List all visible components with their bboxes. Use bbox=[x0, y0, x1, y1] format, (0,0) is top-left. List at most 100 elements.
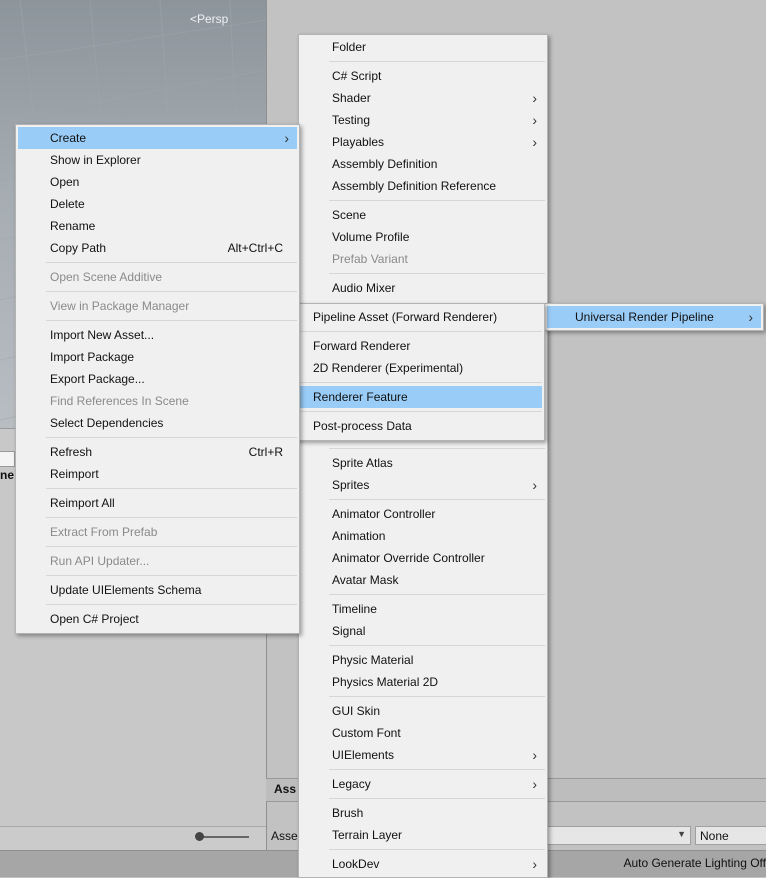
menu-separator bbox=[281, 411, 542, 412]
menu-item-scene[interactable]: Scene bbox=[301, 204, 545, 226]
menu-item-gui-skin[interactable]: GUI Skin bbox=[301, 700, 545, 722]
menu-item-2d-renderer[interactable]: 2D Renderer (Experimental) bbox=[281, 357, 542, 379]
menu-item-renderer-feature[interactable]: Renderer Feature bbox=[281, 386, 542, 408]
menu-separator bbox=[46, 575, 297, 576]
menu-separator bbox=[329, 696, 545, 697]
chevron-right-icon: › bbox=[532, 134, 537, 150]
menu-separator bbox=[46, 488, 297, 489]
menu-item-show-in-explorer[interactable]: Show in Explorer bbox=[18, 149, 297, 171]
menu-separator bbox=[329, 200, 545, 201]
menu-separator bbox=[46, 604, 297, 605]
shortcut-label: Alt+Ctrl+C bbox=[227, 241, 283, 255]
menu-item-brush[interactable]: Brush bbox=[301, 802, 545, 824]
zoom-slider-track[interactable] bbox=[199, 836, 249, 838]
menu-separator bbox=[281, 382, 542, 383]
menu-separator bbox=[329, 798, 545, 799]
menu-item-terrain-layer[interactable]: Terrain Layer bbox=[301, 824, 545, 846]
menu-item-create[interactable]: Create › bbox=[18, 127, 297, 149]
zoom-slider-knob[interactable] bbox=[195, 832, 204, 841]
menu-separator bbox=[329, 769, 545, 770]
menu-item-custom-font[interactable]: Custom Font bbox=[301, 722, 545, 744]
menu-item-animator-override-controller[interactable]: Animator Override Controller bbox=[301, 547, 545, 569]
menu-item-uielements[interactable]: UIElements › bbox=[301, 744, 545, 766]
menu-item-legacy[interactable]: Legacy › bbox=[301, 773, 545, 795]
menu-item-open-csharp-project[interactable]: Open C# Project bbox=[18, 608, 297, 630]
menu-item-testing[interactable]: Testing › bbox=[301, 109, 545, 131]
urp-submenu: Pipeline Asset (Forward Renderer) Forwar… bbox=[278, 303, 545, 441]
menu-item-volume-profile[interactable]: Volume Profile bbox=[301, 226, 545, 248]
menu-separator bbox=[46, 437, 297, 438]
menu-item-import-new-asset[interactable]: Import New Asset... bbox=[18, 324, 297, 346]
menu-item-pipeline-asset[interactable]: Pipeline Asset (Forward Renderer) bbox=[281, 306, 542, 328]
menu-item-assembly-definition-reference[interactable]: Assembly Definition Reference bbox=[301, 175, 545, 197]
chevron-right-icon: › bbox=[284, 130, 289, 146]
chevron-right-icon: › bbox=[532, 776, 537, 792]
menu-item-animation[interactable]: Animation bbox=[301, 525, 545, 547]
menu-separator bbox=[46, 546, 297, 547]
shortcut-label: Ctrl+R bbox=[248, 445, 283, 459]
menu-item-signal[interactable]: Signal bbox=[301, 620, 545, 642]
assets-tab[interactable]: Ass bbox=[274, 782, 296, 796]
menu-item-reimport[interactable]: Reimport bbox=[18, 463, 297, 485]
menu-item-copy-path[interactable]: Copy Path Alt+Ctrl+C bbox=[18, 237, 297, 259]
lighting-status: Auto Generate Lighting Off bbox=[623, 856, 766, 870]
menu-item-avatar-mask[interactable]: Avatar Mask bbox=[301, 569, 545, 591]
chevron-right-icon: › bbox=[532, 856, 537, 872]
menu-separator bbox=[329, 448, 545, 449]
asset-label-fragment: Asse bbox=[271, 829, 298, 843]
menu-separator bbox=[46, 262, 297, 263]
menu-item-open-scene-additive: Open Scene Additive bbox=[50, 270, 163, 284]
menu-item-forward-renderer[interactable]: Forward Renderer bbox=[281, 335, 542, 357]
rendering-submenu: Universal Render Pipeline › bbox=[544, 303, 764, 331]
panel-tab-fragment[interactable]: ne bbox=[0, 468, 14, 482]
menu-item-physics-material-2d[interactable]: Physics Material 2D bbox=[301, 671, 545, 693]
menu-item-lookdev[interactable]: LookDev › bbox=[301, 853, 545, 875]
menu-separator bbox=[329, 849, 545, 850]
variant-value: None bbox=[700, 829, 729, 843]
menu-item-select-dependencies[interactable]: Select Dependencies bbox=[18, 412, 297, 434]
menu-item-assembly-definition[interactable]: Assembly Definition bbox=[301, 153, 545, 175]
menu-separator bbox=[329, 61, 545, 62]
menu-item-reimport-all[interactable]: Reimport All bbox=[18, 492, 297, 514]
menu-item-physic-material[interactable]: Physic Material bbox=[301, 649, 545, 671]
menu-separator bbox=[46, 517, 297, 518]
chevron-right-icon: › bbox=[532, 477, 537, 493]
menu-separator bbox=[46, 320, 297, 321]
menu-item-open[interactable]: Open bbox=[18, 171, 297, 193]
menu-item-csharp-script[interactable]: C# Script bbox=[301, 65, 545, 87]
menu-separator bbox=[46, 291, 297, 292]
project-context-menu: Create › Show in Explorer Open Delete Ren… bbox=[15, 124, 300, 634]
menu-item-delete[interactable]: Delete bbox=[18, 193, 297, 215]
menu-item-audio-mixer[interactable]: Audio Mixer bbox=[301, 277, 545, 299]
asset-variant-dropdown[interactable]: None bbox=[695, 826, 766, 845]
menu-item-export-package[interactable]: Export Package... bbox=[18, 368, 297, 390]
chevron-right-icon: › bbox=[532, 112, 537, 128]
menu-item-universal-render-pipeline[interactable]: Universal Render Pipeline › bbox=[547, 306, 761, 328]
menu-item-shader[interactable]: Shader › bbox=[301, 87, 545, 109]
menu-item-post-process-data[interactable]: Post-process Data bbox=[281, 415, 542, 437]
search-field-edge[interactable] bbox=[0, 451, 15, 467]
menu-item-sprite-atlas[interactable]: Sprite Atlas bbox=[301, 452, 545, 474]
menu-item-extract-from-prefab: Extract From Prefab bbox=[50, 525, 158, 539]
menu-item-run-api-updater: Run API Updater... bbox=[50, 554, 150, 568]
create-submenu: Folder C# Script Shader › Testing › Playab… bbox=[298, 34, 548, 878]
dropdown-arrow-icon: ▼ bbox=[677, 829, 686, 839]
menu-item-refresh[interactable]: Refresh Ctrl+R bbox=[18, 441, 297, 463]
menu-separator bbox=[329, 645, 545, 646]
menu-item-rename[interactable]: Rename bbox=[18, 215, 297, 237]
menu-separator bbox=[281, 331, 542, 332]
menu-item-sprites[interactable]: Sprites › bbox=[301, 474, 545, 496]
menu-item-update-uielements-schema[interactable]: Update UIElements Schema bbox=[18, 579, 297, 601]
menu-item-import-package[interactable]: Import Package bbox=[18, 346, 297, 368]
menu-separator bbox=[329, 499, 545, 500]
chevron-right-icon: › bbox=[748, 309, 753, 325]
asset-bundle-dropdown[interactable]: ▼ bbox=[546, 826, 691, 845]
menu-item-find-references-in-scene: Find References In Scene bbox=[50, 394, 189, 408]
perspective-label[interactable]: <Persp bbox=[190, 12, 228, 26]
menu-item-folder[interactable]: Folder bbox=[301, 36, 545, 58]
chevron-right-icon: › bbox=[532, 747, 537, 763]
menu-item-timeline[interactable]: Timeline bbox=[301, 598, 545, 620]
menu-separator bbox=[329, 594, 545, 595]
menu-item-playables[interactable]: Playables › bbox=[301, 131, 545, 153]
menu-item-animator-controller[interactable]: Animator Controller bbox=[301, 503, 545, 525]
